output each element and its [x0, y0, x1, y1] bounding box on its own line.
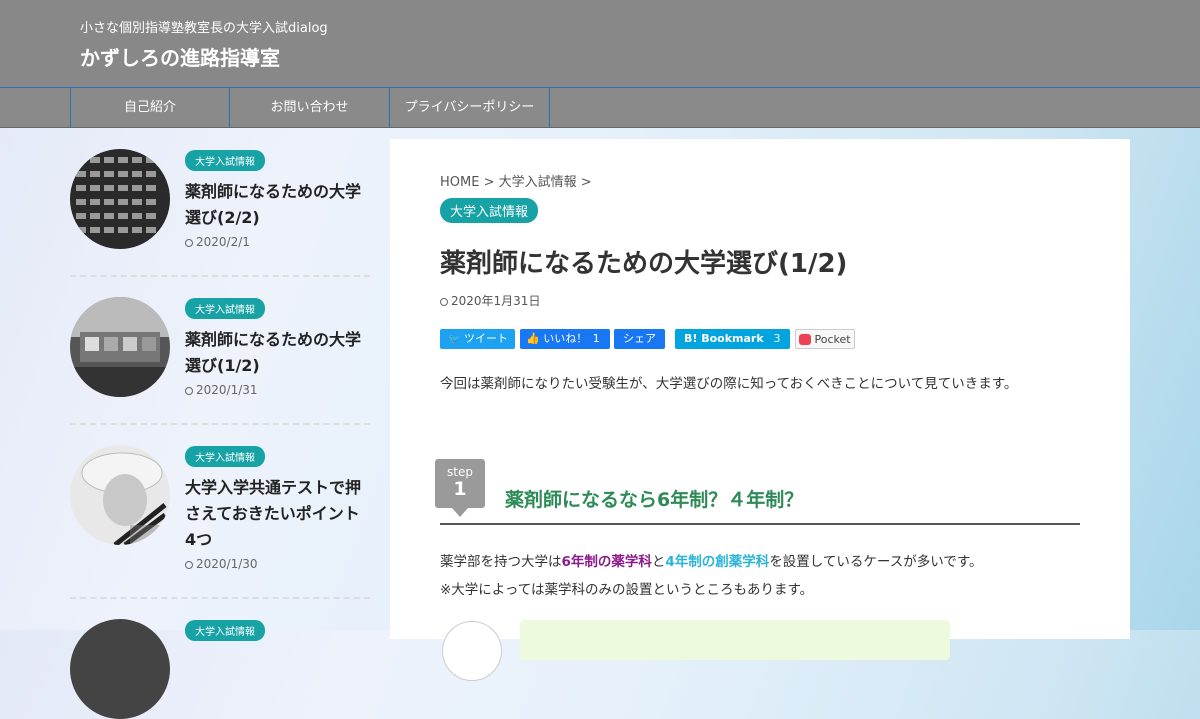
post-title[interactable]: 大学入学共通テストで押さえておきたいポイント4つ	[185, 475, 370, 553]
article-intro: 今回は薬剤師になりたい受験生が、大学選びの際に知っておくべきことについて見ていき…	[440, 376, 1018, 392]
sidebar-post-card[interactable]: 大学入試情報 大学入学共通テストで押さえておきたいポイント4つ 2020/1/3…	[70, 445, 370, 580]
clock-icon	[185, 239, 193, 247]
nav-item-privacy[interactable]: プライバシーポリシー	[390, 88, 550, 128]
section-heading: 薬剤師になるなら6年制？４年制？	[505, 489, 804, 511]
category-badge[interactable]: 大学入試情報	[185, 620, 265, 641]
article-category-badge[interactable]: 大学入試情報	[440, 198, 539, 223]
site-title[interactable]: かずしろの進路指導室	[80, 42, 280, 71]
post-date: 2020/1/31	[185, 383, 258, 397]
divider	[70, 423, 370, 425]
clock-icon	[440, 298, 448, 306]
step-arrow	[452, 508, 468, 517]
post-thumbnail[interactable]	[70, 445, 170, 545]
article-date: 2020年1月31日	[440, 292, 540, 309]
post-date: 2020/2/1	[185, 235, 250, 249]
clock-icon	[185, 387, 193, 395]
facebook-share-button[interactable]: シェア	[614, 329, 665, 349]
breadcrumb-separator: >	[580, 175, 592, 190]
thumbs-up-icon: 👍	[526, 332, 540, 345]
hatena-bookmark-button[interactable]: B! Bookmark 3	[675, 329, 790, 349]
pocket-button[interactable]: Pocket	[795, 329, 855, 349]
post-title[interactable]: 薬剤師になるための大学選び(1/2)	[185, 327, 370, 379]
speech-bubble	[520, 620, 950, 660]
highlight-text: 6年制の薬学科	[561, 554, 652, 570]
divider	[70, 597, 370, 599]
article-note: ※大学によっては薬学科のみの設置というところもあります。	[440, 582, 814, 598]
site-tagline: 小さな個別指導塾教室長の大学入試dialog	[80, 21, 328, 36]
facebook-like-button[interactable]: 👍 いいね！ 1	[520, 329, 610, 349]
breadcrumb-category[interactable]: 大学入試情報	[499, 175, 577, 190]
breadcrumb-home[interactable]: HOME	[440, 175, 479, 190]
article-title: 薬剤師になるための大学選び(1/2)	[440, 249, 848, 279]
divider	[70, 275, 370, 277]
highlight-text: 4年制の創薬学科	[665, 554, 770, 570]
post-date: 2020/1/30	[185, 557, 258, 571]
breadcrumb: HOME > 大学入試情報 >	[440, 171, 592, 190]
breadcrumb-separator: >	[483, 175, 495, 190]
post-title[interactable]: 薬剤師になるための大学選び(2/2)	[185, 179, 370, 231]
sidebar-post-card[interactable]: 大学入試情報 薬剤師になるための大学選び(1/2) 2020/1/31	[70, 297, 370, 407]
nav-item-contact[interactable]: お問い合わせ	[230, 88, 390, 128]
post-thumbnail[interactable]	[70, 149, 170, 249]
article-content: HOME > 大学入試情報 > 大学入試情報 薬剤師になるための大学選び(1/2…	[390, 139, 1130, 681]
category-badge[interactable]: 大学入試情報	[185, 446, 265, 467]
tweet-button[interactable]: 🐦 ツイート	[440, 329, 515, 349]
article-paragraph: 薬学部を持つ大学は6年制の薬学科と4年制の創薬学科を設置しているケースが多いです…	[440, 554, 983, 570]
sidebar-post-card[interactable]: 大学入試情報 薬剤師になるための大学選び(2/2) 2020/2/1	[70, 149, 370, 259]
global-nav: 自己紹介 お問い合わせ プライバシーポリシー	[0, 87, 1200, 128]
sidebar-post-card[interactable]: 大学入試情報	[70, 619, 370, 719]
category-badge[interactable]: 大学入試情報	[185, 298, 265, 319]
heading-underline	[440, 523, 1080, 525]
step-label: step 1	[435, 459, 485, 517]
twitter-icon: 🐦	[448, 334, 461, 345]
category-badge[interactable]: 大学入試情報	[185, 150, 265, 171]
avatar	[442, 621, 502, 681]
clock-icon	[185, 561, 193, 569]
post-thumbnail[interactable]	[70, 297, 170, 397]
nav-item-profile[interactable]: 自己紹介	[70, 88, 230, 128]
site-header: 小さな個別指導塾教室長の大学入試dialog かずしろの進路指導室	[0, 0, 1200, 87]
post-thumbnail[interactable]	[70, 619, 170, 719]
pocket-icon	[799, 334, 811, 345]
